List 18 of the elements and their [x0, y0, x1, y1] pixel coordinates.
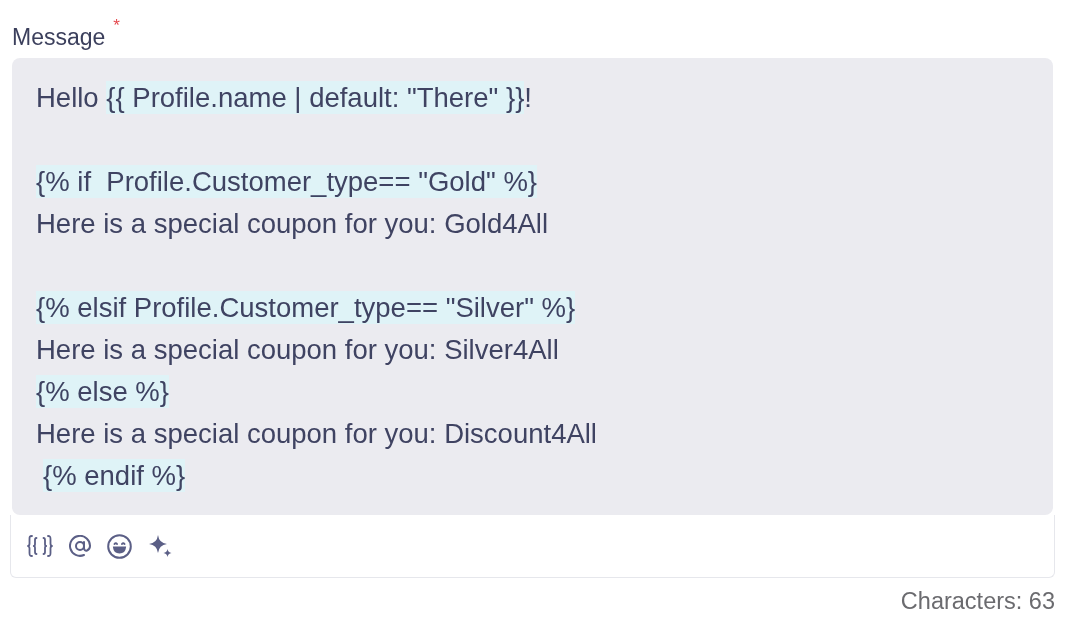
smiley-icon[interactable]: [107, 533, 132, 559]
template-tag: {% endif %}: [43, 458, 186, 492]
template-variable: {{ Profile.name | default: "There" }}: [106, 80, 525, 114]
message-editor[interactable]: [12, 58, 1053, 515]
template-tag: {% elsif Profile.Customer_type== "Silver" %}: [36, 290, 576, 324]
braces-icon[interactable]: [27, 534, 53, 558]
message-text: Here is a special coupon for you: Discount4All: [36, 417, 597, 449]
message-text: Here is a special coupon for you: Silver4All: [36, 333, 559, 365]
message-text: Hello: [36, 81, 100, 113]
required-mark: *: [113, 18, 120, 34]
sparkle-icon[interactable]: [148, 534, 172, 558]
character-count: Characters: 63: [900, 587, 1055, 615]
template-tag: {% else %}: [36, 374, 169, 408]
at-sign-icon[interactable]: [69, 535, 91, 557]
template-tag: {% if Profile.Customer_type== "Gold" %}: [36, 164, 537, 198]
field-label: Message: [12, 23, 106, 52]
message-text: Here is a special coupon for you: Gold4All: [36, 207, 549, 239]
message-text: !: [524, 81, 532, 113]
